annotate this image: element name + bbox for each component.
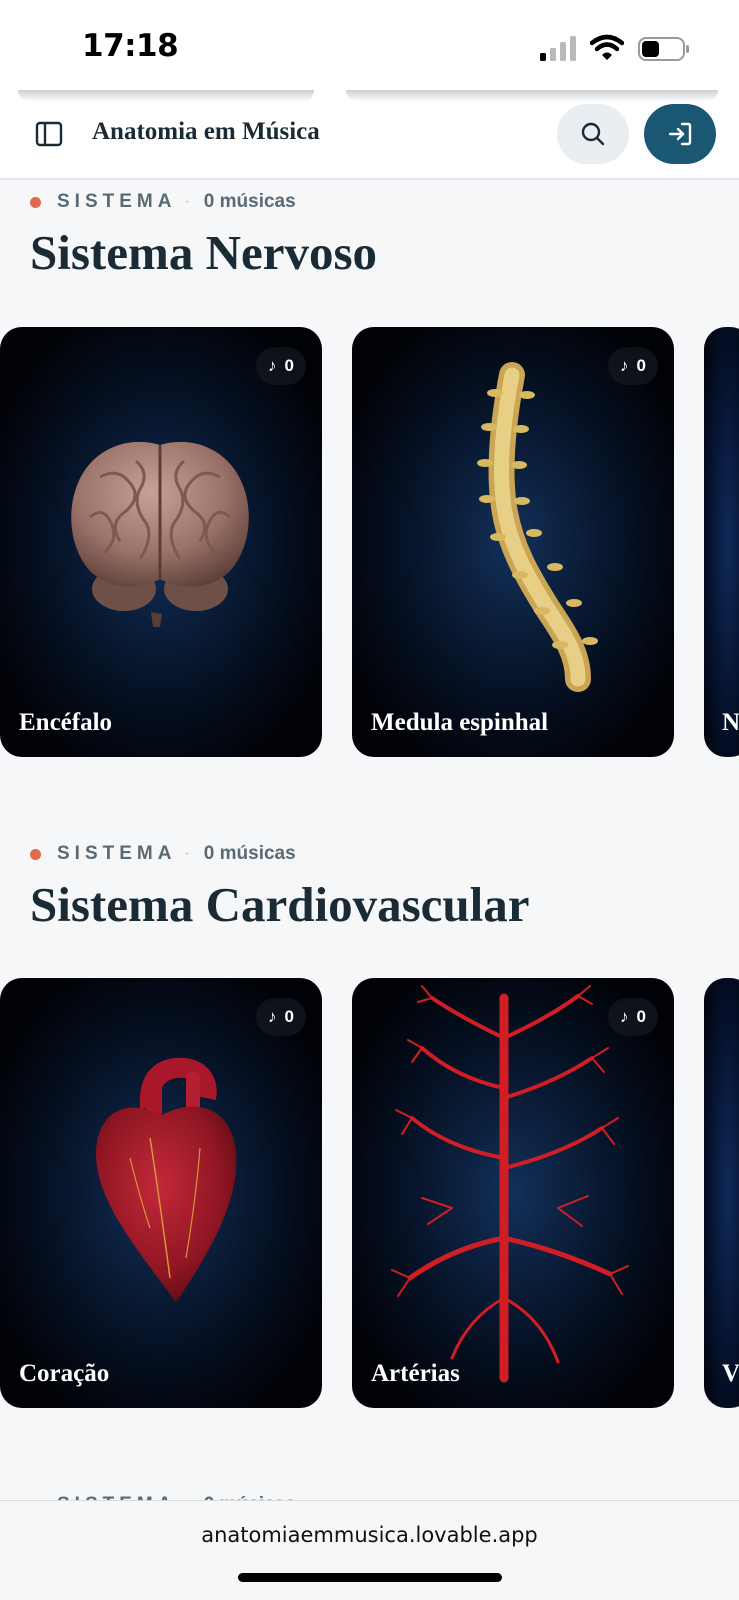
status-bar: 17:18	[0, 0, 739, 90]
card-partial-veins[interactable]: V	[704, 978, 739, 1408]
nerves-icon	[704, 327, 739, 757]
card-coracao[interactable]: ♪ 0 Coração	[0, 978, 322, 1408]
accent-dot	[30, 848, 41, 860]
search-button[interactable]	[557, 104, 629, 164]
card-label: Encéfalo	[19, 709, 113, 736]
song-count-badge: ♪ 0	[608, 998, 658, 1036]
cellular-signal-icon	[540, 36, 576, 61]
section-cardiovascular-system: SISTEMA · 0 músicas Sistema Cardiovascul…	[0, 842, 739, 1422]
badge-count: 0	[636, 356, 646, 375]
section-title: Sistema Nervoso	[30, 225, 378, 280]
sidebar-panel-icon	[35, 121, 63, 147]
search-icon	[581, 122, 605, 146]
heart-icon	[96, 1057, 237, 1302]
eyebrow-label: SISTEMA	[57, 843, 177, 864]
eyebrow-label: SISTEMA	[57, 191, 177, 212]
badge-count: 0	[284, 356, 294, 375]
app-header: Anatomia em Música	[0, 90, 739, 180]
badge-count: 0	[284, 1007, 294, 1026]
badge-count: 0	[636, 1007, 646, 1026]
spinal-cord-icon	[477, 362, 598, 692]
login-button[interactable]	[644, 104, 716, 164]
sidebar-toggle-button[interactable]	[30, 116, 68, 152]
accent-dot	[30, 196, 41, 208]
header-shadow	[18, 90, 314, 102]
login-icon	[668, 122, 692, 146]
eyebrow-separator: ·	[184, 845, 190, 862]
app-title[interactable]: Anatomia em Música	[92, 118, 320, 146]
url-text[interactable]: anatomiaemmusica.lovable.app	[0, 1523, 739, 1547]
section-eyebrow: SISTEMA · 0 músicas	[30, 191, 296, 212]
music-note-icon: ♪	[268, 1007, 277, 1026]
song-count-badge: ♪ 0	[256, 998, 306, 1036]
status-time: 17:18	[82, 28, 179, 64]
card-arterias[interactable]: ♪ 0 Artérias	[352, 978, 674, 1408]
header-shadow	[346, 90, 718, 102]
section-eyebrow: SISTEMA · 0 músicas	[30, 843, 296, 864]
brain-icon	[71, 441, 249, 627]
card-label: Artérias	[371, 1360, 460, 1387]
music-note-icon: ♪	[620, 356, 629, 375]
battery-icon	[638, 37, 689, 61]
song-count-badge: ♪ 0	[608, 347, 658, 385]
eyebrow-separator: ·	[184, 193, 190, 210]
card-medula-espinhal[interactable]: ♪ 0 Medula espinhal	[352, 327, 674, 757]
arteries-icon	[391, 985, 629, 1383]
section-title: Sistema Cardiovascular	[30, 877, 530, 932]
card-partial-nerves[interactable]: N	[704, 327, 739, 757]
section-nervous-system: SISTEMA · 0 músicas Sistema Nervoso ♪ 0 …	[0, 190, 739, 770]
card-label: V	[722, 1360, 739, 1387]
music-note-icon: ♪	[620, 1007, 629, 1026]
card-label: Medula espinhal	[371, 709, 549, 736]
music-note-icon: ♪	[268, 356, 277, 375]
card-encefalo[interactable]: ♪ 0 Encéfalo	[0, 327, 322, 757]
song-count-badge: ♪ 0	[256, 347, 306, 385]
card-label: Coração	[19, 1360, 110, 1387]
wifi-icon	[590, 34, 624, 60]
card-label: N	[722, 709, 739, 736]
browser-url-bar[interactable]: anatomiaemmusica.lovable.app	[0, 1500, 739, 1600]
home-indicator[interactable]	[238, 1573, 502, 1582]
song-count: 0 músicas	[203, 843, 296, 864]
song-count: 0 músicas	[203, 191, 296, 212]
